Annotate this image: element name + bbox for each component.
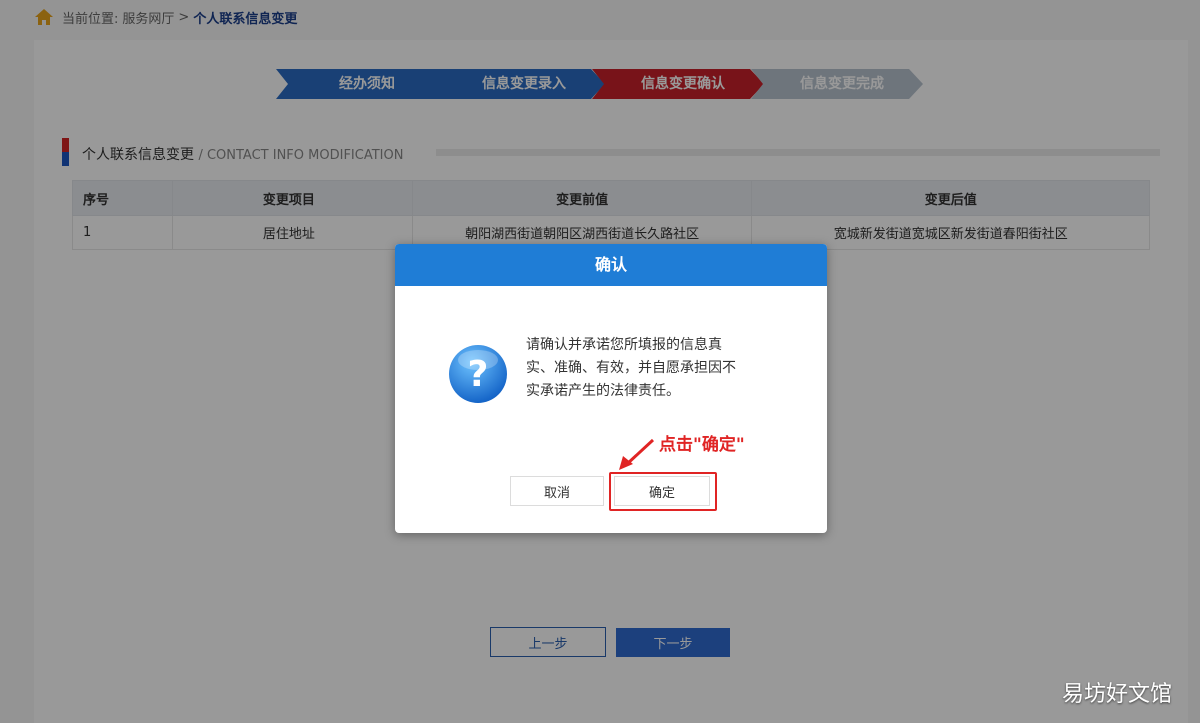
svg-text:?: ? [468,354,489,395]
question-icon: ? [449,345,507,403]
dialog-title: 确认 [395,244,827,286]
watermark: 易坊好文馆 [1061,682,1172,707]
annotation-text: 点击"确定" [659,435,745,455]
confirm-dialog: 确认 ? 请确认并承诺您所填报的信息真实、准确、有效，并自愿承担因不实承诺产生的… [395,244,827,533]
dialog-message: 请确认并承诺您所填报的信息真实、准确、有效，并自愿承担因不实承诺产生的法律责任。 [526,337,736,399]
cancel-button[interactable]: 取消 [510,476,604,506]
confirm-button[interactable]: 确定 [614,476,710,506]
annotation-arrow-icon [619,438,655,470]
